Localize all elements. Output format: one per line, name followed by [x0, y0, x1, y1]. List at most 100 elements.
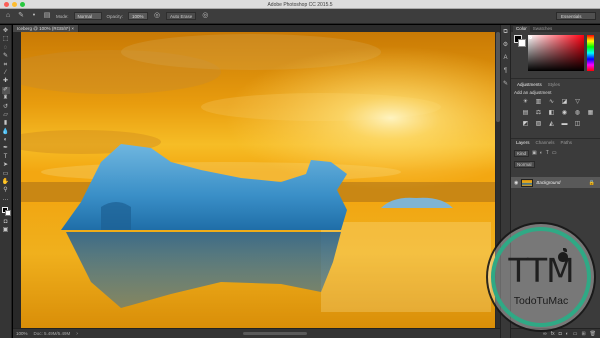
lasso-tool-icon[interactable]: ◌: [2, 45, 10, 52]
brush-preset-icon[interactable]: ✎: [17, 12, 25, 20]
levels-icon[interactable]: ▥: [534, 98, 543, 106]
pen-tool-icon[interactable]: ✒: [2, 145, 10, 152]
color-picker-marker[interactable]: [529, 36, 532, 39]
pressure-opacity-icon[interactable]: ◎: [153, 12, 161, 20]
canvas-area[interactable]: [13, 32, 500, 328]
history-brush-tool-icon[interactable]: ↺: [2, 104, 10, 111]
crop-tool-icon[interactable]: ⌗: [2, 62, 10, 69]
layer-style-icon[interactable]: fx: [551, 331, 555, 337]
shape-tool-icon[interactable]: ▭: [2, 171, 10, 178]
eyedropper-tool-icon[interactable]: ⁄: [2, 70, 10, 77]
delete-layer-icon[interactable]: 🗑: [590, 331, 596, 337]
pressure-size-icon[interactable]: ◎: [201, 12, 209, 20]
visibility-eye-icon[interactable]: ◉: [514, 180, 518, 186]
color-swatches[interactable]: [1, 206, 11, 217]
tools-panel: ✥ ⬚ ◌ ✎ ⌗ ⁄ ✚ ✐ ♜ ↺ ▱ ▮ 💧 ◐ ✒ T ➤ ▭ ✋ ⚲ …: [0, 25, 12, 338]
brush-tool-icon[interactable]: ✐: [1, 86, 10, 94]
adjustments-panel: Adjustments Styles Add an adjustment ☀ ▥…: [511, 78, 600, 138]
gradient-tool-icon[interactable]: ▮: [2, 120, 10, 127]
hue-saturation-icon[interactable]: ▤: [521, 109, 530, 117]
channel-mixer-icon[interactable]: ◍: [573, 109, 582, 117]
panel-fg-bg-swatches[interactable]: [514, 35, 526, 47]
shape-filter-icon[interactable]: ▭: [552, 150, 557, 156]
color-balance-icon[interactable]: ⚖: [534, 109, 543, 117]
mode-label: Mode:: [56, 13, 69, 19]
zoom-tool-icon[interactable]: ⚲: [2, 187, 10, 194]
tab-styles[interactable]: Styles: [545, 82, 563, 88]
iceberg-arch: [101, 202, 131, 230]
layer-row[interactable]: ◉ Background 🔒: [511, 177, 600, 188]
invert-icon[interactable]: ◩: [521, 120, 530, 128]
layers-panel: Layers Channels Paths Kind ▣ ◐ T ▭ Norma…: [511, 138, 600, 188]
screen-mode-icon[interactable]: ▣: [2, 227, 10, 234]
gradient-map-icon[interactable]: ▬: [560, 120, 569, 128]
properties-panel-icon[interactable]: ⚙: [503, 42, 508, 49]
healing-tool-icon[interactable]: ✚: [2, 78, 10, 85]
threshold-icon[interactable]: ◭: [547, 120, 556, 128]
adjustment-filter-icon[interactable]: ◐: [540, 150, 543, 156]
brightness-contrast-icon[interactable]: ☀: [521, 98, 530, 106]
color-lookup-icon[interactable]: ▦: [586, 109, 595, 117]
zoom-level[interactable]: 100%: [16, 331, 28, 336]
hue-slider[interactable]: [587, 35, 594, 71]
hand-tool-icon[interactable]: ✋: [2, 179, 10, 186]
blend-mode-select[interactable]: Normal: [514, 160, 535, 168]
add-mask-icon[interactable]: ◘: [559, 331, 562, 337]
type-filter-icon[interactable]: T: [546, 150, 549, 156]
color-picker-field[interactable]: [528, 35, 584, 71]
dodge-tool-icon[interactable]: ◐: [2, 137, 10, 144]
photo-filter-icon[interactable]: ◉: [560, 109, 569, 117]
more-tools-icon[interactable]: …: [2, 196, 10, 203]
brush-panel-icon[interactable]: ▤: [43, 12, 51, 20]
vibrance-icon[interactable]: ▽: [573, 98, 582, 106]
quick-mask-icon[interactable]: ◘: [2, 219, 10, 226]
quick-select-tool-icon[interactable]: ✎: [2, 53, 10, 60]
layer-thumbnail[interactable]: [521, 178, 534, 187]
tab-channels[interactable]: Channels: [533, 140, 558, 146]
character-panel-icon[interactable]: A: [503, 55, 507, 62]
exposure-icon[interactable]: ◪: [560, 98, 569, 106]
paragraph-panel-icon[interactable]: ¶: [504, 68, 507, 75]
marquee-tool-icon[interactable]: ⬚: [2, 36, 10, 43]
posterize-icon[interactable]: ▨: [534, 120, 543, 128]
curves-icon[interactable]: ∿: [547, 98, 556, 106]
auto-erase-checkbox[interactable]: Auto Erase: [166, 12, 197, 20]
blur-tool-icon[interactable]: 💧: [2, 129, 10, 136]
tab-adjustments[interactable]: Adjustments: [514, 82, 545, 88]
move-tool-icon[interactable]: ✥: [2, 28, 10, 35]
path-select-tool-icon[interactable]: ➤: [2, 162, 10, 169]
opacity-field[interactable]: 100%: [128, 12, 149, 20]
document-tab[interactable]: Iceberg @ 100% (RGB/8*) ×: [13, 25, 79, 32]
selective-color-icon[interactable]: ◫: [573, 120, 582, 128]
color-panel-tabs: Color Swatches: [511, 25, 600, 32]
opacity-label: Opacity:: [106, 13, 124, 19]
history-panel-icon[interactable]: ⧉: [503, 29, 507, 36]
iceberg-photo[interactable]: [21, 32, 495, 328]
iceberg-photo-svg: [21, 32, 495, 328]
home-icon[interactable]: ⌂: [4, 12, 12, 20]
pixel-filter-icon[interactable]: ▣: [532, 150, 537, 156]
empty-slot: [586, 98, 595, 106]
black-white-icon[interactable]: ◧: [547, 109, 556, 117]
panel-background-swatch[interactable]: [518, 39, 526, 47]
brush-size-icon[interactable]: •: [30, 12, 38, 20]
document-tab-close-icon[interactable]: ×: [71, 26, 74, 31]
stamp-tool-icon[interactable]: ♜: [2, 95, 10, 102]
tab-paths[interactable]: Paths: [558, 140, 576, 146]
layer-name[interactable]: Background: [536, 180, 560, 185]
layer-filter-icons: ▣ ◐ T ▭: [532, 150, 557, 156]
new-layer-icon[interactable]: ⊞: [581, 331, 585, 337]
background-color-swatch[interactable]: [4, 210, 11, 217]
horizontal-scrollbar[interactable]: [243, 332, 307, 335]
new-group-icon[interactable]: ▭: [573, 331, 578, 337]
eraser-tool-icon[interactable]: ▱: [2, 112, 10, 119]
mode-select[interactable]: Normal: [73, 12, 102, 20]
workspace-select[interactable]: Essentials: [556, 12, 596, 20]
status-menu-icon[interactable]: ›: [76, 331, 78, 337]
layer-kind-filter[interactable]: Kind: [514, 149, 530, 157]
brushes-panel-icon[interactable]: ✎: [503, 81, 508, 88]
lock-icon[interactable]: 🔒: [589, 180, 595, 186]
tab-layers[interactable]: Layers: [513, 140, 533, 146]
new-adjustment-icon[interactable]: ◐: [566, 331, 569, 337]
type-tool-icon[interactable]: T: [2, 154, 10, 161]
